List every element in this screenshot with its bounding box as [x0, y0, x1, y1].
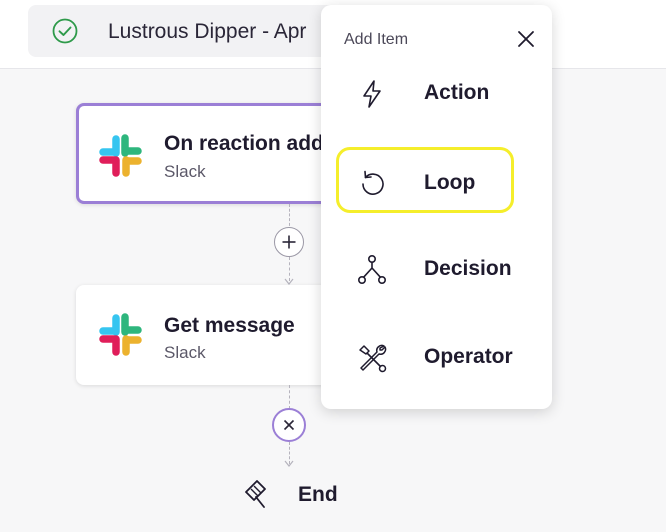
- workflow-title: Lustrous Dipper - Apr: [108, 20, 307, 43]
- decision-icon: [357, 254, 386, 284]
- add-item-menu: Add Item Action Loop Decision Operator: [321, 5, 552, 409]
- slack-logo-icon: [99, 134, 142, 177]
- end-node[interactable]: End: [242, 477, 362, 513]
- loop-icon: [362, 170, 384, 195]
- connector-line: [289, 385, 290, 409]
- arrow-down-icon: [284, 460, 294, 467]
- end-flag-icon: [245, 480, 266, 508]
- menu-title: Add Item: [344, 31, 409, 48]
- end-label: End: [298, 483, 338, 506]
- node-app-name: Slack: [164, 162, 206, 181]
- close-icon[interactable]: [514, 27, 538, 51]
- node-title: On reaction add: [164, 132, 324, 155]
- menu-item-decision[interactable]: Decision: [341, 241, 537, 297]
- menu-item-label: Action: [424, 81, 490, 104]
- node-app-name: Slack: [164, 343, 206, 362]
- menu-item-label: Decision: [424, 257, 512, 280]
- menu-item-label: Loop: [424, 171, 476, 194]
- remove-step-button[interactable]: [272, 408, 306, 442]
- lightning-icon: [363, 80, 381, 108]
- tools-icon: [359, 344, 387, 373]
- close-icon: [283, 419, 295, 431]
- plus-icon: [282, 235, 296, 249]
- node-title: Get message: [164, 314, 295, 337]
- menu-item-loop[interactable]: Loop: [341, 153, 537, 209]
- menu-item-label: Operator: [424, 345, 513, 368]
- slack-logo-icon: [99, 313, 142, 356]
- add-step-button[interactable]: [274, 227, 304, 257]
- menu-item-operator[interactable]: Operator: [341, 329, 537, 385]
- check-circle-icon: [52, 18, 78, 44]
- menu-item-action[interactable]: Action: [341, 65, 537, 121]
